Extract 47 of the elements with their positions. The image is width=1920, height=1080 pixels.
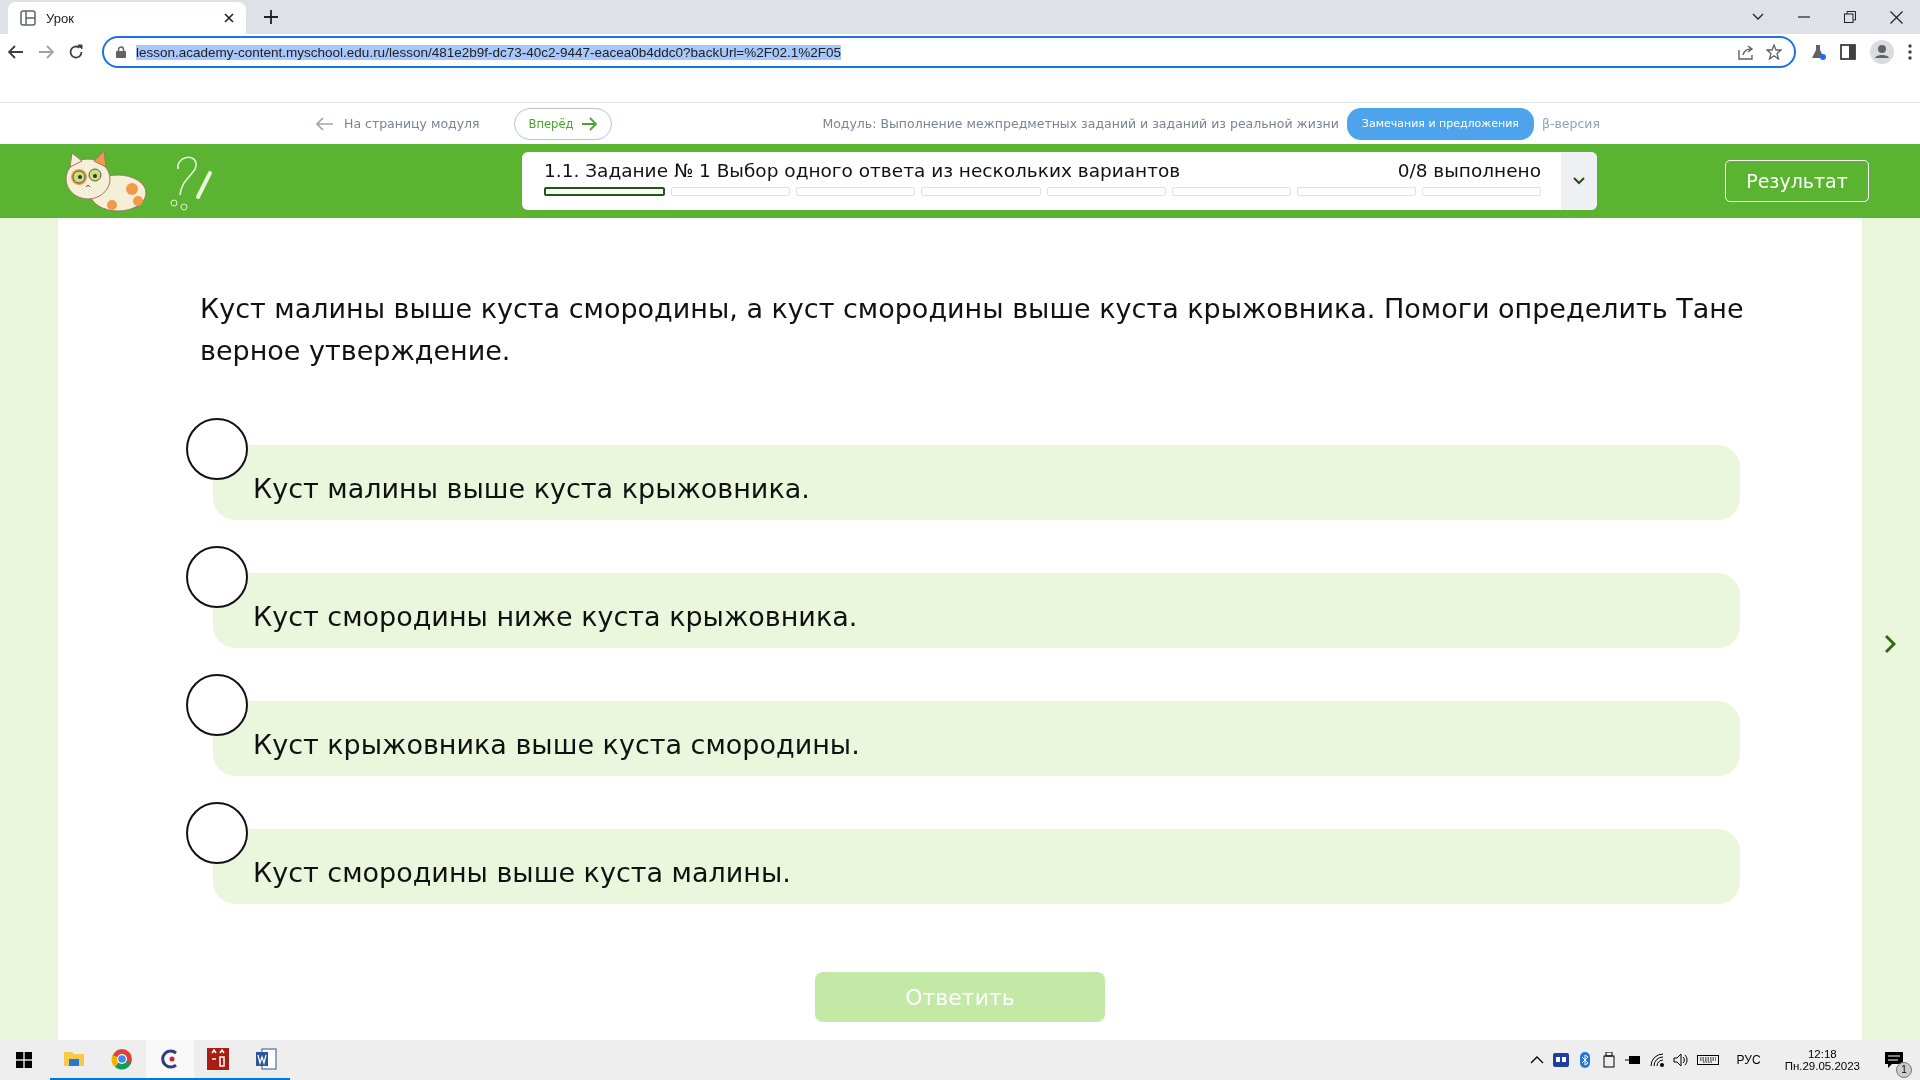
flask-icon[interactable]: [1810, 44, 1826, 60]
left-arrow-icon: [316, 116, 334, 131]
page-icon: [20, 10, 36, 26]
answer-option[interactable]: Куст малины выше куста крыжовника.: [213, 445, 1740, 520]
answer-option[interactable]: Куст смородины ниже куста крыжовника.: [213, 573, 1740, 648]
speaker-icon[interactable]: [1672, 1052, 1689, 1068]
restore-icon[interactable]: [1844, 11, 1856, 23]
task-selector[interactable]: 1.1. Задание № 1 Выбор одного ответа из нескольких вариантов 0/8 выполнено: [522, 152, 1597, 210]
windows-start-icon[interactable]: [16, 1052, 32, 1068]
back-link[interactable]: На страницу модуля: [316, 116, 480, 131]
share-icon[interactable]: [1738, 44, 1756, 60]
question-text: Куст малины выше куста смородины, а куст смородины выше куста крыжовника. Помоги определить Тане верное утверждение.: [200, 292, 1745, 368]
ring-logo-taskbar-button[interactable]: [146, 1040, 194, 1080]
profile-avatar-icon[interactable]: [1870, 40, 1894, 64]
module-title: Модуль: Выполнение межпредметных заданий и заданий из реальной жизни: [822, 116, 1339, 131]
book-icon[interactable]: [1552, 1052, 1569, 1068]
keyboard-icon[interactable]: [1696, 1052, 1719, 1068]
chevron-down-icon[interactable]: [1752, 13, 1764, 21]
task-title: 1.1. Задание № 1 Выбор одного ответа из нескольких вариантов: [544, 160, 1181, 181]
notification-count: 1: [1896, 1062, 1912, 1078]
beta-label: β-версия: [1542, 116, 1600, 131]
star-icon[interactable]: [1766, 44, 1782, 60]
right-arrow-icon: [581, 116, 598, 131]
clock[interactable]: 12:18 Пн.29.05.2023: [1784, 1048, 1860, 1072]
lock-icon: [116, 46, 126, 58]
chevron-right-icon[interactable]: [1884, 634, 1896, 654]
side-panel-icon[interactable]: [1840, 44, 1856, 60]
answer-option[interactable]: Куст крыжовника выше куста смородины.: [213, 701, 1740, 776]
more-menu-icon[interactable]: [1908, 44, 1912, 60]
plus-icon[interactable]: [264, 10, 278, 24]
browser-tab[interactable]: Урок: [8, 2, 246, 34]
address-field[interactable]: lesson.academy-content.myschool.edu.ru/lesson/481e2b9f-dc73-40c2-9447-eacea0b4ddc0?backUrl=%2F02.1%2F05: [102, 36, 1796, 68]
progress-segment[interactable]: [544, 187, 666, 196]
chevron-down-icon[interactable]: [1573, 177, 1585, 185]
toolbox-icon: [206, 1047, 230, 1071]
language-indicator[interactable]: РУС: [1736, 1053, 1761, 1067]
reload-icon[interactable]: [68, 44, 84, 60]
document-icon: [254, 1047, 278, 1071]
browser-icon: [110, 1047, 134, 1071]
close-icon[interactable]: [1890, 10, 1903, 24]
answer-option[interactable]: Куст смородины выше куста малины.: [213, 829, 1740, 904]
progress-text: 0/8 выполнено: [1397, 160, 1541, 181]
close-icon[interactable]: [224, 13, 234, 23]
wifi-icon[interactable]: [1648, 1052, 1665, 1068]
notification-icon[interactable]: [1884, 1051, 1904, 1069]
usb-drive-icon[interactable]: [1600, 1052, 1617, 1068]
back-arrow-icon[interactable]: [8, 45, 24, 59]
